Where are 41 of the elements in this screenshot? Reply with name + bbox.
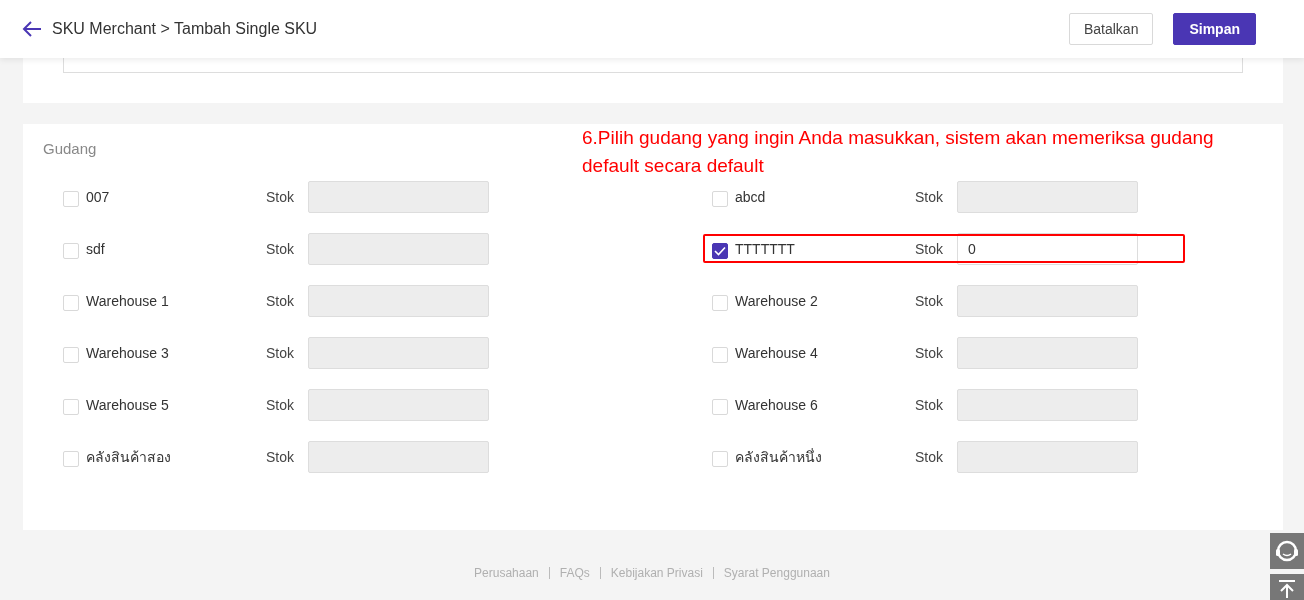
warehouse-name: Warehouse 5 <box>86 397 170 413</box>
stock-label: Stok <box>266 397 295 413</box>
stock-label: Stok <box>266 449 295 465</box>
text-area[interactable] <box>63 58 1243 73</box>
warehouse-name: คลังสินค้าหนึ่ง <box>735 447 823 467</box>
warehouse-name: Warehouse 1 <box>86 293 170 309</box>
stock-label: Stok <box>915 345 944 361</box>
headset-icon <box>1274 538 1300 564</box>
scroll-top-button[interactable] <box>1270 574 1304 600</box>
stock-label: Stok <box>266 241 295 257</box>
warehouse-name: Warehouse 3 <box>86 345 170 361</box>
stock-label: Stok <box>266 189 295 205</box>
stock-label: Stok <box>915 241 944 257</box>
stock-label: Stok <box>915 189 944 205</box>
stock-label: Stok <box>915 449 944 465</box>
save-button[interactable]: Simpan <box>1173 13 1256 45</box>
warehouse-name: 007 <box>86 189 111 205</box>
warehouse-name: Warehouse 2 <box>735 293 819 309</box>
warehouse-name: sdf <box>86 241 106 257</box>
stock-label: Stok <box>266 293 295 309</box>
stock-label: Stok <box>915 397 944 413</box>
warehouse-name: คลังสินค้าสอง <box>86 448 172 467</box>
footer-link[interactable]: Perusahaan <box>474 566 539 580</box>
footer-link[interactable]: Kebijakan Privasi <box>610 566 703 580</box>
support-button[interactable] <box>1270 533 1304 569</box>
footer-link[interactable]: Syarat Penggunaan <box>723 566 830 580</box>
arrow-up-icon <box>1278 579 1296 599</box>
back-arrow-icon[interactable] <box>22 21 42 37</box>
warehouse-name: Warehouse 6 <box>735 397 819 413</box>
footer-link[interactable]: FAQs <box>559 566 590 580</box>
cancel-button[interactable]: Batalkan <box>1068 13 1154 45</box>
stock-field[interactable]: 0 <box>957 233 1138 265</box>
stock-label: Stok <box>915 293 944 309</box>
warehouse-name: abcd <box>735 189 767 205</box>
warehouse-name: Warehouse 4 <box>735 345 819 361</box>
breadcrumb: SKU Merchant > Tambah Single SKU <box>52 20 318 38</box>
warehouse-name: TTTTTTT <box>735 241 796 257</box>
annotation-text: 6.Pilih gudang yang ingin Anda masukkan, sistem akan memeriksa gudang default secara default <box>582 126 1215 178</box>
stock-label: Stok <box>266 345 295 361</box>
checkbox[interactable] <box>712 243 728 259</box>
section-title: Gudang <box>43 140 97 157</box>
